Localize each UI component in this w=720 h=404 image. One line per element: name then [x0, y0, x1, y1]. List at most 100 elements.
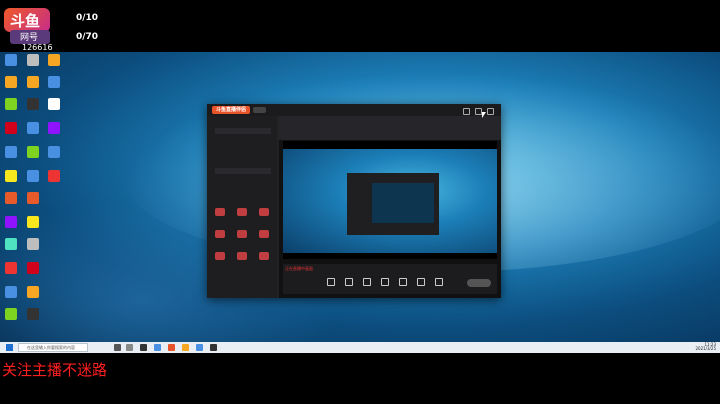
desktop-icon[interactable] — [24, 192, 42, 204]
taskbar-app-icon[interactable] — [140, 344, 147, 351]
taskbar-app-icon[interactable] — [210, 344, 217, 351]
desktop-icon[interactable] — [45, 170, 63, 182]
control-button[interactable] — [431, 278, 447, 286]
desktop-icon[interactable] — [24, 262, 42, 274]
tool-item[interactable] — [210, 208, 230, 216]
desktop-icon[interactable] — [24, 286, 42, 298]
scene-row[interactable] — [215, 128, 271, 134]
desktop-icon[interactable] — [45, 54, 63, 66]
tool-item[interactable] — [210, 252, 230, 260]
tool-item[interactable] — [232, 208, 252, 216]
counter-bottom: 0/70 — [76, 32, 99, 42]
app-icon — [48, 54, 60, 66]
tool-item[interactable] — [210, 230, 230, 238]
tool-icon — [259, 252, 269, 260]
system-clock[interactable]: 11:23 2021/3/25 — [695, 343, 716, 351]
scene-row[interactable] — [215, 138, 271, 144]
start-button[interactable] — [6, 344, 13, 351]
stream-preview[interactable] — [283, 141, 497, 259]
scene-sidebar — [207, 116, 277, 298]
app-icon — [27, 216, 39, 228]
app-icon — [27, 98, 39, 110]
counter-top: 0/10 — [76, 13, 99, 23]
control-button[interactable] — [323, 278, 339, 286]
desktop-icon[interactable] — [2, 54, 20, 66]
preview-window — [347, 173, 439, 235]
taskbar-app-icon[interactable] — [196, 344, 203, 351]
desktop-icon[interactable] — [2, 308, 20, 320]
desktop-icon[interactable] — [2, 98, 20, 110]
douyu-logo: 斗鱼 — [4, 8, 50, 32]
close-icon[interactable] — [487, 108, 494, 115]
desktop-icon[interactable] — [45, 146, 63, 158]
control-icon — [399, 278, 407, 286]
desktop-icon[interactable] — [24, 98, 42, 110]
app-icon — [5, 122, 17, 134]
control-button[interactable] — [359, 278, 375, 286]
control-bar: 正在直播中画面 — [283, 264, 497, 294]
taskbar-app-icon[interactable] — [182, 344, 189, 351]
desktop-icon[interactable] — [2, 216, 20, 228]
app-icon — [5, 262, 17, 274]
app-logo: 斗鱼直播伴侣 — [212, 106, 250, 114]
logo-subtitle-badge: 网号 — [10, 30, 50, 44]
app-icon — [27, 192, 39, 204]
app-icon — [48, 76, 60, 88]
taskbar-app-icon[interactable] — [126, 344, 133, 351]
control-button[interactable] — [413, 278, 429, 286]
taskbar-app-icon[interactable] — [168, 344, 175, 351]
desktop-icon[interactable] — [45, 76, 63, 88]
control-icon — [381, 278, 389, 286]
desktop-icon[interactable] — [2, 286, 20, 298]
scene-row[interactable] — [215, 188, 271, 194]
tool-item[interactable] — [232, 230, 252, 238]
desktop-icon[interactable] — [45, 98, 63, 110]
desktop-icon[interactable] — [24, 216, 42, 228]
live-status-label: 正在直播中画面 — [285, 266, 313, 271]
taskview-icon[interactable] — [114, 344, 121, 351]
app-icon — [5, 192, 17, 204]
desktop-icon[interactable] — [2, 146, 20, 158]
tool-item[interactable] — [232, 252, 252, 260]
tool-item[interactable] — [254, 208, 274, 216]
desktop-icon[interactable] — [2, 238, 20, 250]
windows-taskbar: 在这里输入你要搜索的内容 11:23 2021/3/25 — [0, 342, 720, 353]
app-icon — [5, 238, 17, 250]
search-placeholder: 在这里输入你要搜索的内容 — [27, 345, 75, 350]
app-icon — [5, 76, 17, 88]
desktop-icon[interactable] — [24, 54, 42, 66]
minimize-icon[interactable] — [463, 108, 470, 115]
desktop-icon[interactable] — [45, 122, 63, 134]
desktop-icon[interactable] — [2, 262, 20, 274]
tool-item[interactable] — [254, 252, 274, 260]
desktop-icon[interactable] — [2, 192, 20, 204]
desktop-icon[interactable] — [24, 76, 42, 88]
tool-icon — [237, 208, 247, 216]
control-button[interactable] — [341, 278, 357, 286]
control-button[interactable] — [377, 278, 393, 286]
scene-row[interactable] — [215, 168, 271, 174]
tool-item[interactable] — [254, 230, 274, 238]
start-live-button[interactable] — [467, 279, 491, 287]
desktop-icon[interactable] — [24, 170, 42, 182]
live-companion-window[interactable]: 斗鱼直播伴侣 正在直播中画面 — [207, 104, 501, 298]
scene-row[interactable] — [215, 158, 271, 164]
scene-row[interactable] — [215, 178, 271, 184]
app-icon — [27, 238, 39, 250]
taskbar-search-box[interactable]: 在这里输入你要搜索的内容 — [18, 343, 88, 352]
app-icon — [27, 170, 39, 182]
desktop-icon[interactable] — [2, 122, 20, 134]
window-titlebar[interactable]: 斗鱼直播伴侣 — [207, 104, 501, 116]
desktop-icon[interactable] — [24, 146, 42, 158]
desktop-icon[interactable] — [2, 170, 20, 182]
desktop-icon[interactable] — [24, 238, 42, 250]
desktop-icon[interactable] — [24, 308, 42, 320]
control-button[interactable] — [395, 278, 411, 286]
desktop-icon[interactable] — [24, 122, 42, 134]
app-icon — [27, 146, 39, 158]
desktop-icon[interactable] — [2, 76, 20, 88]
maximize-icon[interactable] — [475, 108, 482, 115]
app-icon — [5, 286, 17, 298]
taskbar-app-icon[interactable] — [154, 344, 161, 351]
scene-row[interactable] — [215, 148, 271, 154]
